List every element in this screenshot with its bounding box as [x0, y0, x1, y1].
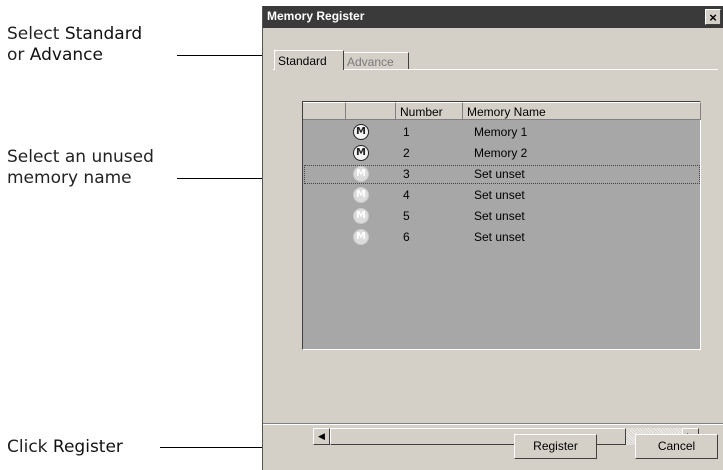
table-row[interactable]: M 6 Set unset: [303, 227, 701, 248]
callout-text: or: [7, 45, 30, 65]
callout-emphasis: Standard: [64, 24, 143, 44]
memory-icon: M: [353, 145, 369, 161]
tab-standard[interactable]: Standard: [274, 50, 344, 70]
row-memory-name: Set unset: [474, 230, 525, 244]
row-memory-name: Set unset: [474, 209, 525, 223]
row-number: 6: [403, 230, 410, 244]
memory-icon: M: [353, 166, 369, 182]
callout-select-tab: Select Standard or Advance: [7, 24, 142, 66]
row-memory-name: Memory 2: [474, 146, 528, 160]
row-number: 5: [403, 209, 410, 223]
scroll-left-button[interactable]: ◀: [313, 428, 330, 445]
column-header-blank[interactable]: [303, 102, 346, 120]
table-row[interactable]: M 4 Set unset: [303, 185, 701, 206]
row-memory-name: Memory 1: [474, 125, 528, 139]
row-number: 2: [403, 146, 410, 160]
memory-register-dialog: Memory Register × Standard Advance Numbe…: [262, 6, 723, 470]
list-rows: M 1 Memory 1 M 2 Memory 2 M 3 Set unset …: [303, 122, 701, 248]
table-row[interactable]: M 5 Set unset: [303, 206, 701, 227]
callout-text: memory name: [7, 168, 132, 188]
callout-emphasis: Register: [52, 437, 123, 457]
table-row[interactable]: M 3 Set unset: [303, 164, 701, 185]
memory-icon: M: [353, 208, 369, 224]
row-memory-name: Set unset: [474, 167, 525, 181]
callout-text: Select: [7, 24, 65, 44]
row-number: 1: [403, 125, 410, 139]
list-header: Number Memory Name: [303, 102, 701, 120]
chevron-left-icon: ◀: [318, 431, 325, 441]
memory-icon: M: [353, 124, 369, 140]
table-row[interactable]: M 1 Memory 1: [303, 122, 701, 143]
close-button[interactable]: ×: [705, 9, 721, 25]
callout-text: Select an unused: [7, 147, 154, 167]
close-icon: ×: [709, 10, 717, 25]
callout-select-unused: Select an unused memory name: [7, 147, 154, 189]
callout-emphasis: Advance: [29, 45, 103, 65]
callout-click-register: Click Register: [7, 437, 123, 458]
memory-icon: M: [353, 229, 369, 245]
row-memory-name: Set unset: [474, 188, 525, 202]
column-header-number[interactable]: Number: [396, 102, 463, 120]
memory-icon: M: [353, 187, 369, 203]
callout-text: Click: [7, 437, 53, 457]
cancel-button[interactable]: Cancel: [635, 434, 718, 459]
tab-advance[interactable]: Advance: [344, 52, 409, 70]
column-header-memory-name[interactable]: Memory Name: [463, 102, 701, 120]
column-header-icon[interactable]: [346, 102, 396, 120]
row-number: 4: [403, 188, 410, 202]
row-number: 3: [403, 167, 410, 181]
title-bar[interactable]: Memory Register ×: [263, 6, 723, 28]
register-button[interactable]: Register: [514, 434, 597, 459]
memory-list[interactable]: Number Memory Name M 1 Memory 1 M 2 Memo…: [302, 101, 701, 445]
divider: [263, 423, 723, 425]
dialog-title: Memory Register: [267, 9, 365, 23]
table-row[interactable]: M 2 Memory 2: [303, 143, 701, 164]
